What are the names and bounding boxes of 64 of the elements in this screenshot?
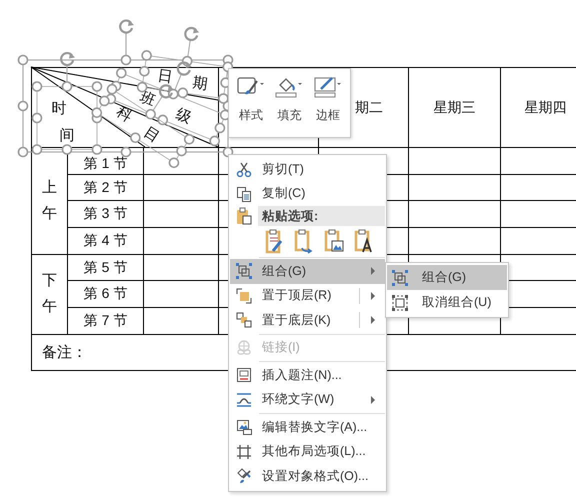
copy-icon: [236, 186, 252, 202]
scissors-icon: [236, 161, 252, 178]
group-icon: [236, 263, 252, 280]
column-header: 期二: [355, 98, 384, 116]
menu-item[interactable]: 组合(G): [230, 259, 385, 284]
submenu-arrow-icon: [370, 292, 376, 300]
submenu-arrow-icon: [370, 396, 376, 404]
period-label: 第 5 节: [84, 258, 128, 277]
corner-label: 级: [174, 104, 194, 127]
period-label: 第 6 节: [84, 285, 128, 304]
corner-label: 班: [137, 88, 158, 110]
column-header: 星期三: [434, 98, 476, 116]
menu-item[interactable]: 插入题注(N)...: [230, 363, 385, 388]
picture-icon: [236, 419, 252, 436]
selection-frame[interactable]: [32, 64, 102, 155]
note-label: 备注：: [42, 342, 87, 362]
selection-frame[interactable]: [18, 32, 234, 158]
menu-item[interactable]: 环绕文字(W): [230, 388, 385, 412]
submenu-arrow-icon: [370, 267, 376, 276]
corner-label: 目: [140, 122, 164, 146]
wrap-text-icon: [236, 392, 252, 408]
link-icon: [236, 340, 252, 356]
rotate-handle-icon[interactable]: [119, 19, 134, 34]
menu-item[interactable]: 剪切(T): [230, 157, 385, 182]
clipboard-icon: [236, 207, 252, 225]
corner-label: 科: [113, 102, 136, 126]
period-label: 第 3 节: [84, 205, 128, 224]
submenu-arrow-icon: [370, 316, 376, 324]
corner-label: 时: [52, 99, 66, 117]
period-label: 第 1 节: [84, 154, 128, 173]
pencil-icon: [312, 75, 343, 99]
column-header: 星期四: [524, 98, 567, 116]
corner-label: 间: [60, 126, 74, 144]
bring-front-icon: [236, 288, 252, 304]
corner-label: 期: [192, 73, 209, 94]
paintbrush-icon: [236, 468, 252, 484]
session-label: 下午: [42, 271, 57, 318]
session-label: 上午: [42, 178, 57, 224]
period-label: 第 7 节: [84, 312, 128, 330]
menu-item[interactable]: 置于顶层(R): [230, 284, 385, 308]
menu-item[interactable]: 复制(C): [230, 182, 385, 206]
caption-icon: [236, 367, 252, 384]
rotate-handle-icon[interactable]: [184, 26, 200, 42]
ungroup-icon: [392, 294, 408, 310]
menu-item[interactable]: 其他布局选项(L)...: [230, 440, 385, 464]
toolbar-button[interactable]: 样式: [233, 73, 270, 137]
menu-section-label: 粘贴选项:: [258, 206, 385, 226]
rotate-handle-icon[interactable]: [176, 62, 192, 76]
send-back-icon: [236, 312, 252, 328]
rotate-handle-icon[interactable]: [158, 84, 174, 98]
rotate-handle-icon[interactable]: [60, 52, 75, 66]
period-label: 第 4 节: [84, 232, 128, 250]
group-icon: [392, 270, 408, 286]
toolbar-button[interactable]: 填充: [271, 73, 308, 137]
period-label: 第 2 节: [84, 178, 128, 197]
menu-item[interactable]: 置于底层(K): [230, 308, 385, 332]
toolbar-button[interactable]: 边框: [310, 73, 346, 137]
selection-frame[interactable]: [136, 38, 234, 104]
menu-item[interactable]: 设置对象格式(O)...: [230, 464, 385, 488]
layout-frame-icon: [236, 444, 252, 460]
menu-item[interactable]: 组合(G): [387, 265, 507, 290]
corner-label: 日: [156, 66, 174, 86]
menu-item[interactable]: 编辑替换文字(A)...: [230, 415, 385, 440]
menu-item[interactable]: 取消组合(U): [387, 290, 507, 315]
